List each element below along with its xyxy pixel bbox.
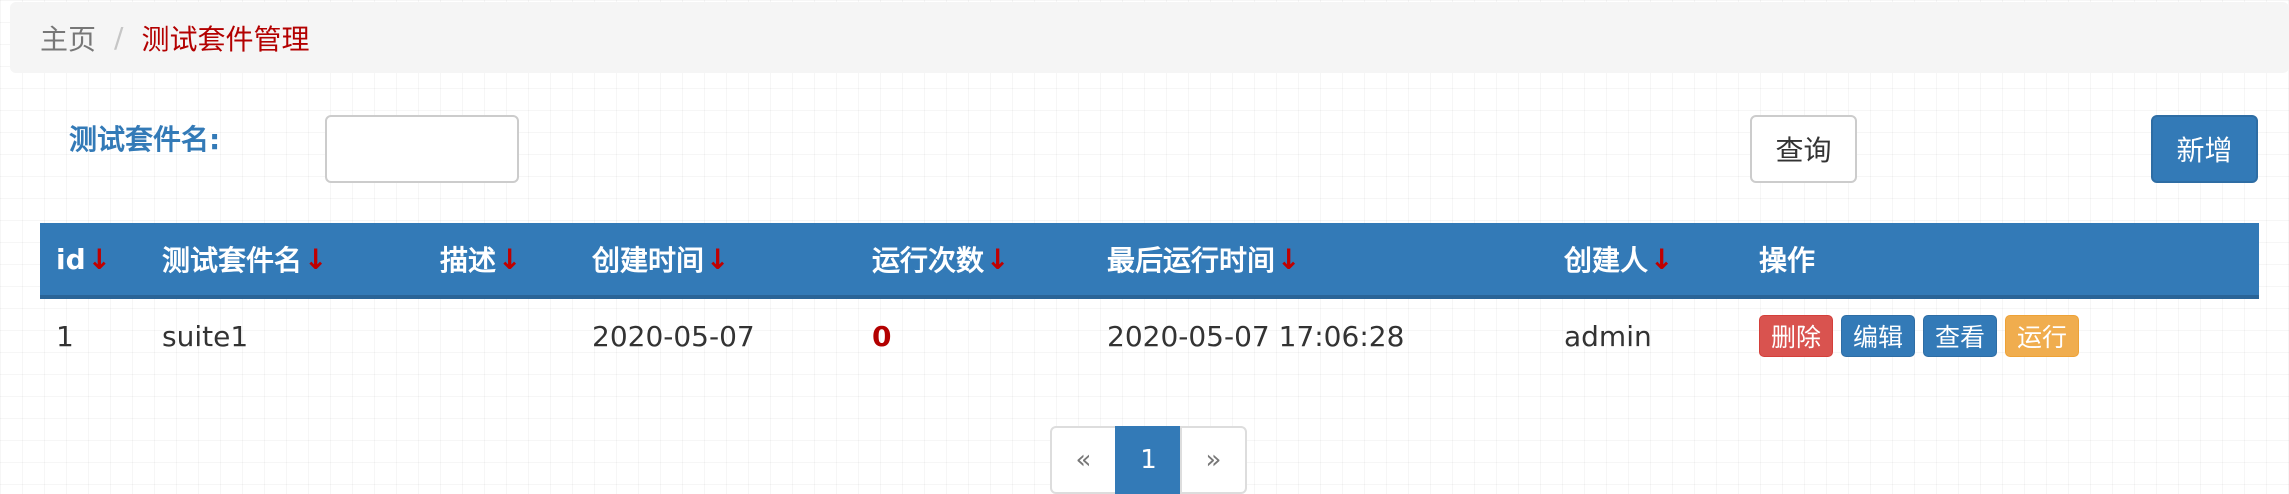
query-button[interactable]: 查询 <box>1750 115 1857 183</box>
breadcrumb-separator: / <box>114 21 124 54</box>
sort-down-icon[interactable]: ↓ <box>498 243 521 276</box>
column-header-label: 最后运行时间 <box>1107 244 1276 277</box>
pagination-page-1[interactable]: 1 <box>1115 426 1182 494</box>
column-header-actions: 操作 <box>1759 223 1815 295</box>
column-header-label: 测试套件名 <box>162 244 303 277</box>
table-row: 1 suite1 2020-05-07 0 2020-05-07 17:06:2… <box>40 299 2259 373</box>
suite-name-input[interactable] <box>325 115 519 183</box>
view-button[interactable]: 查看 <box>1923 315 1998 357</box>
table-header: id ↓ 测试套件名 ↓ 描述 ↓ 创建时间 ↓ 运行次数 ↓ 最后运行时间 ↓ 创建人 ↓ … <box>40 223 2259 295</box>
edit-button[interactable]: 编辑 <box>1841 315 1916 357</box>
delete-button[interactable]: 删除 <box>1759 315 1834 357</box>
cell-creator: admin <box>1564 319 1652 353</box>
column-header-label: 创建人 <box>1564 244 1649 277</box>
pagination-next-button[interactable]: » <box>1180 426 1247 494</box>
column-header-label: 操作 <box>1759 244 1816 277</box>
sort-down-icon[interactable]: ↓ <box>88 243 111 276</box>
column-header-label: id <box>56 242 86 276</box>
sort-down-icon[interactable]: ↓ <box>1277 243 1300 276</box>
cell-run-count: 0 <box>872 319 892 353</box>
cell-suite-name: suite1 <box>162 319 249 353</box>
column-header-label: 描述 <box>440 244 497 277</box>
pagination: « 1 » <box>1050 426 1247 494</box>
column-header-run-count[interactable]: 运行次数 ↓ <box>872 223 1009 295</box>
column-header-id[interactable]: id ↓ <box>56 223 111 295</box>
pagination-prev-button[interactable]: « <box>1050 426 1117 494</box>
column-header-label: 运行次数 <box>872 244 985 277</box>
cell-created: 2020-05-07 <box>592 319 755 353</box>
sort-down-icon[interactable]: ↓ <box>986 243 1009 276</box>
sort-down-icon[interactable]: ↓ <box>1650 243 1673 276</box>
breadcrumb-current: 测试套件管理 <box>141 22 310 56</box>
column-header-label: 创建时间 <box>592 244 705 277</box>
cell-actions: 删除 编辑 查看 运行 <box>1759 299 2080 373</box>
add-button[interactable]: 新增 <box>2151 115 2258 183</box>
column-header-last-run[interactable]: 最后运行时间 ↓ <box>1107 223 1300 295</box>
sort-down-icon[interactable]: ↓ <box>706 243 729 276</box>
suite-name-label: 测试套件名: <box>69 123 221 156</box>
cell-id: 1 <box>56 319 74 353</box>
column-header-suite-name[interactable]: 测试套件名 ↓ <box>162 223 327 295</box>
column-header-created[interactable]: 创建时间 ↓ <box>592 223 729 295</box>
sort-down-icon[interactable]: ↓ <box>304 243 327 276</box>
column-header-description[interactable]: 描述 ↓ <box>440 223 521 295</box>
column-header-creator[interactable]: 创建人 ↓ <box>1564 223 1673 295</box>
breadcrumb: 主页 / 测试套件管理 <box>10 2 2289 73</box>
run-button[interactable]: 运行 <box>2005 315 2080 357</box>
breadcrumb-home-link[interactable]: 主页 <box>40 18 96 58</box>
cell-last-run: 2020-05-07 17:06:28 <box>1107 319 1405 353</box>
